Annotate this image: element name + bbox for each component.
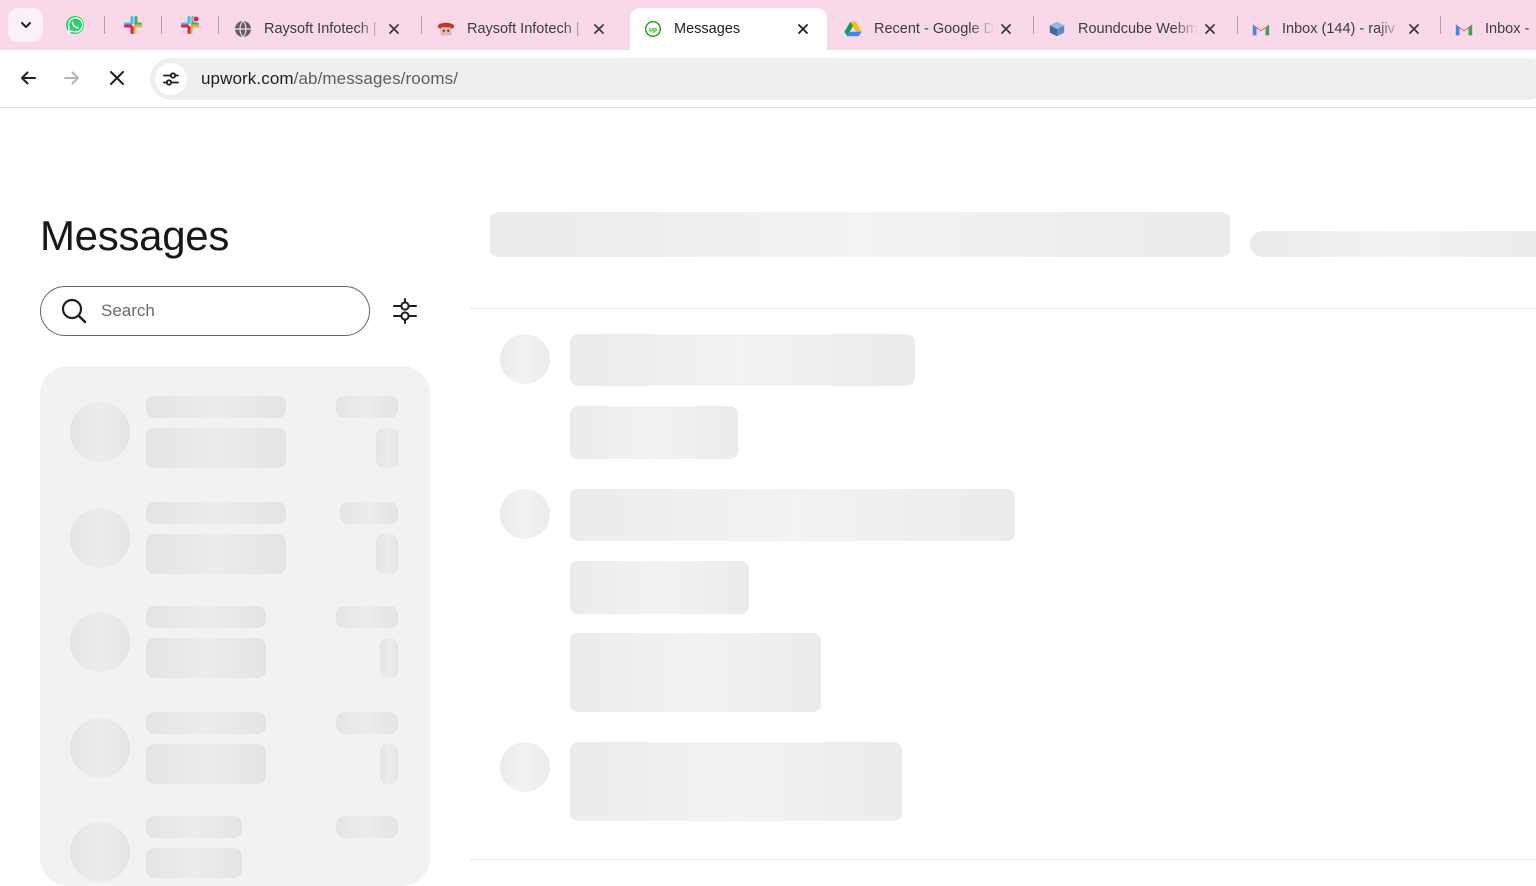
text-placeholder — [376, 428, 398, 468]
search-field[interactable] — [40, 286, 370, 336]
text-placeholder — [146, 502, 286, 524]
avatar-placeholder — [500, 742, 550, 792]
upwork-icon: up — [644, 20, 662, 38]
message-placeholder — [570, 489, 1015, 541]
slack-icon — [124, 16, 142, 34]
message-placeholder — [570, 334, 915, 386]
tab-title: Raysoft Infotech | — [467, 21, 580, 37]
tab-separator — [421, 16, 422, 34]
tab-raysoft-2[interactable]: Raysoft Infotech | — [423, 8, 623, 50]
search-icon — [59, 296, 89, 326]
tab-separator — [218, 16, 219, 34]
close-tab-icon[interactable] — [994, 17, 1018, 41]
text-placeholder — [146, 744, 266, 784]
composer-divider — [470, 859, 1536, 860]
tab-gmail-1[interactable]: Inbox (144) - rajiv — [1238, 8, 1438, 50]
arrow-right-icon — [64, 71, 79, 85]
whatsapp-icon — [66, 16, 84, 34]
text-placeholder — [146, 712, 266, 734]
header-title-placeholder — [490, 212, 1230, 257]
text-placeholder — [380, 638, 398, 678]
avatar-placeholder — [70, 612, 130, 672]
avatar-placeholder — [70, 402, 130, 462]
avatar-placeholder — [70, 508, 130, 568]
arrow-left-icon — [21, 71, 36, 85]
filter-icon — [393, 298, 417, 324]
text-placeholder — [340, 502, 398, 524]
chevron-down-icon — [20, 22, 31, 28]
tab-separator — [104, 16, 105, 34]
close-icon — [110, 71, 124, 85]
message-placeholder — [570, 406, 738, 459]
close-tab-icon[interactable] — [382, 17, 406, 41]
browser-toolbar: upwork.com/ab/messages/rooms/ — [0, 50, 1536, 108]
text-placeholder — [336, 396, 398, 418]
close-tab-icon[interactable] — [1198, 17, 1222, 41]
text-placeholder — [336, 606, 398, 628]
forward-button[interactable] — [55, 61, 89, 95]
page-title: Messages — [40, 212, 230, 259]
search-input[interactable] — [101, 301, 341, 321]
url-host: upwork.com — [201, 69, 294, 88]
tab-google-drive[interactable]: Recent - Google D — [830, 8, 1030, 50]
tab-gmail-2[interactable]: Inbox - — [1441, 8, 1536, 50]
tab-title: Roundcube Webm — [1078, 21, 1198, 37]
address-bar[interactable]: upwork.com/ab/messages/rooms/ — [150, 58, 1536, 100]
text-placeholder — [146, 638, 266, 678]
tune-icon — [163, 72, 179, 86]
pinned-tab-slack-2[interactable] — [170, 9, 210, 41]
text-placeholder — [380, 744, 398, 784]
stop-loading-button[interactable] — [100, 61, 134, 95]
message-placeholder — [570, 742, 902, 821]
slack-icon — [181, 15, 200, 34]
avatar-placeholder — [500, 489, 550, 539]
text-placeholder — [376, 534, 398, 574]
text-placeholder — [336, 816, 398, 838]
tab-title: Inbox - — [1485, 21, 1530, 37]
avatar-placeholder — [70, 822, 130, 882]
text-placeholder — [146, 816, 242, 838]
roundcube-icon — [1048, 20, 1066, 38]
tab-raysoft-1[interactable]: Raysoft Infotech | — [220, 8, 418, 50]
message-placeholder — [570, 561, 749, 614]
gmail-icon — [1455, 20, 1473, 38]
tab-search-button[interactable] — [8, 8, 43, 42]
tab-roundcube[interactable]: Roundcube Webm — [1034, 8, 1234, 50]
site-info-button[interactable] — [155, 63, 187, 95]
text-placeholder — [146, 848, 242, 878]
url-text: upwork.com/ab/messages/rooms/ — [201, 69, 458, 89]
text-placeholder — [146, 428, 286, 468]
tab-title: Raysoft Infotech | — [264, 21, 377, 37]
tab-strip: Raysoft Infotech | Raysoft Infotech | up… — [0, 0, 1536, 50]
tab-separator — [161, 16, 162, 34]
tab-title: Inbox (144) - rajiv — [1282, 21, 1395, 37]
message-placeholder — [570, 633, 821, 712]
tab-title: Recent - Google D — [874, 21, 994, 37]
pinned-tab-slack-1[interactable] — [113, 9, 153, 41]
header-meta-placeholder — [1250, 231, 1536, 257]
avatar-placeholder — [70, 718, 130, 778]
pinned-tab-whatsapp[interactable] — [55, 9, 95, 41]
globe-icon — [234, 20, 252, 38]
close-tab-icon[interactable] — [587, 17, 611, 41]
tab-title: Messages — [674, 21, 741, 37]
close-tab-icon[interactable] — [1402, 17, 1426, 41]
text-placeholder — [146, 606, 266, 628]
room-list-skeleton — [40, 366, 430, 886]
filter-button[interactable] — [388, 294, 422, 328]
tab-messages[interactable]: up Messages — [630, 8, 827, 50]
back-button[interactable] — [11, 61, 45, 95]
svg-text:up: up — [649, 27, 657, 34]
gmail-icon — [1252, 20, 1270, 38]
avatar-placeholder — [500, 334, 550, 384]
text-placeholder — [146, 396, 286, 418]
raysoft-icon — [437, 20, 455, 38]
text-placeholder — [146, 534, 286, 574]
url-path: /ab/messages/rooms/ — [293, 69, 459, 88]
close-tab-icon[interactable] — [791, 17, 815, 41]
text-placeholder — [336, 712, 398, 734]
google-drive-icon — [844, 20, 862, 38]
header-divider — [470, 308, 1536, 309]
